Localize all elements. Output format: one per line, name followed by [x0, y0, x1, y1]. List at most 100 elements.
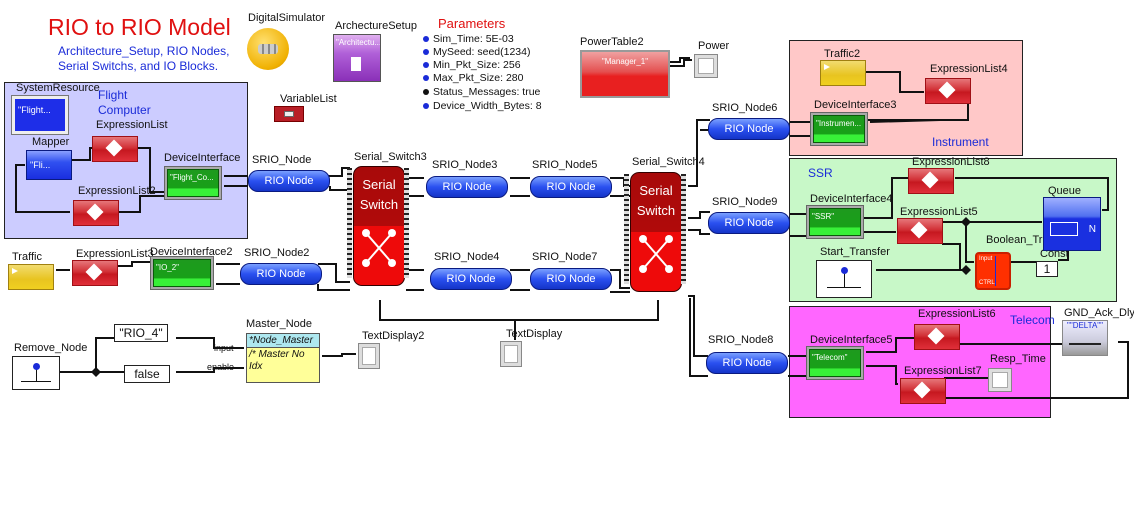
parameter-item[interactable]: Device_Width_Bytes: 8	[423, 100, 542, 112]
document-icon	[351, 57, 361, 71]
srio-node5-label: SRIO_Node5	[532, 159, 598, 171]
rio-node[interactable]: RIO Node	[426, 176, 508, 198]
switch4-ports-right	[681, 174, 686, 284]
telecom-region-label: Telecom	[1010, 313, 1055, 327]
power-scope-label: Power	[698, 40, 730, 52]
system-resource-block[interactable]: "Flight...	[11, 95, 69, 135]
parameter-item[interactable]: Min_Pkt_Size: 256	[423, 59, 521, 71]
srio-node7-label: SRIO_Node7	[532, 251, 598, 263]
rio-node[interactable]: RIO Node	[248, 170, 330, 192]
traffic-block[interactable]	[8, 264, 54, 290]
rio-node[interactable]: RIO Node	[706, 352, 788, 374]
parameters-title: Parameters	[438, 16, 506, 31]
const-block[interactable]: 1	[1036, 261, 1058, 277]
expression-list4-block[interactable]	[925, 78, 971, 104]
architecture-setup-block[interactable]: "Architectu...	[333, 34, 381, 82]
text-display2-block[interactable]	[358, 343, 380, 369]
parameter-item[interactable]: Sim_Time: 5E-03	[423, 33, 514, 45]
serial-switch4-label: Serial_Switch4	[632, 156, 705, 168]
device-interface-block[interactable]: "Flight_Co...	[164, 166, 222, 200]
digital-simulator-label: DigitalSimulator	[248, 12, 326, 24]
power-table-block[interactable]: "Manager_1"	[580, 50, 670, 98]
system-resource-value: "Flight...	[18, 105, 51, 115]
expression-list6-block[interactable]	[914, 324, 960, 350]
srio-node8-label: SRIO_Node8	[708, 334, 774, 346]
master-node-label: Master_Node	[246, 318, 313, 330]
expression-list-label: ExpressionList	[96, 119, 168, 131]
device-interface2-block[interactable]: "IO_2"	[150, 256, 214, 290]
page-title: RIO to RIO Model	[48, 14, 231, 40]
boolean-trigger-block[interactable]: Input CTRL	[975, 252, 1011, 290]
queue-block[interactable]: N	[1043, 197, 1101, 251]
traffic-label: Traffic	[12, 251, 42, 263]
rio-node[interactable]: RIO Node	[530, 176, 612, 198]
rio-node[interactable]: RIO Node	[708, 212, 790, 234]
start-transfer-block[interactable]	[816, 260, 872, 298]
expression-list7-block[interactable]	[900, 378, 946, 404]
device-interface-value: "Flight_Co...	[167, 169, 219, 197]
master-node-block[interactable]: *Node_Master /* Master No Idx	[246, 333, 320, 383]
device-interface4-value: "SSR"	[809, 208, 861, 236]
switch3-ports-right	[404, 168, 409, 278]
device-interface-label: DeviceInterface	[164, 152, 241, 164]
parameter-item[interactable]: Status_Messages: true	[423, 86, 540, 98]
srio-node2-label: SRIO_Node2	[244, 247, 310, 259]
switch4-ports-left	[624, 174, 629, 284]
expression-list8-block[interactable]	[908, 168, 954, 194]
expression-list6-label: ExpressionList6	[918, 308, 996, 320]
gnd-ack-block[interactable]: ""DELTA""	[1062, 320, 1108, 356]
expression-list-block[interactable]	[92, 136, 138, 162]
subtitle-line-2: Serial Switchs, and IO Blocks.	[58, 59, 219, 73]
parameter-item[interactable]: Max_Pkt_Size: 280	[423, 72, 523, 84]
parameter-item[interactable]: MySeed: seed(1234)	[423, 46, 530, 58]
input-port-label: input	[214, 343, 234, 353]
variable-list-block[interactable]	[274, 106, 304, 122]
architecture-setup-label: ArchectureSetup	[335, 20, 417, 32]
expression-list5-block[interactable]	[897, 218, 943, 244]
traffic2-block[interactable]	[820, 60, 866, 86]
device-interface3-label: DeviceInterface3	[814, 99, 897, 111]
start-transfer-label: Start_Transfer	[820, 246, 890, 258]
power-table-value: "Manager_1"	[601, 57, 649, 66]
text-display-label: TextDisplay	[506, 328, 563, 340]
serial-switch3-label: Serial_Switch3	[354, 151, 427, 163]
rio4-const-block[interactable]: "RIO_4"	[114, 324, 168, 342]
device-interface5-label: DeviceInterface5	[810, 334, 893, 346]
expression-list3-block[interactable]	[72, 260, 118, 286]
resp-time-scope[interactable]	[988, 368, 1012, 392]
queue-label: Queue	[1048, 185, 1082, 197]
device-interface2-value: "IO_2"	[153, 259, 211, 287]
page-subtitle: Architecture_Setup, RIO Nodes, Serial Sw…	[58, 44, 229, 74]
serial-switch3-block[interactable]: Serial Switch	[353, 166, 405, 286]
power-scope-block[interactable]	[694, 54, 718, 78]
rio-node[interactable]: RIO Node	[530, 268, 612, 290]
subtitle-line-1: Architecture_Setup, RIO Nodes,	[58, 44, 230, 58]
false-const-block[interactable]: false	[124, 365, 170, 383]
rio-node[interactable]: RIO Node	[240, 263, 322, 285]
mapper-label: Mapper	[32, 136, 70, 148]
device-interface5-block[interactable]: "Telecom"	[806, 346, 864, 380]
architecture-setup-value: "Architectu...	[336, 38, 380, 47]
srio-node3-label: SRIO_Node3	[432, 159, 498, 171]
master-node-body: /* Master No Idx	[249, 349, 305, 372]
rio-node[interactable]: RIO Node	[430, 268, 512, 290]
srio-node-label: SRIO_Node	[252, 154, 312, 166]
system-resource-label: SystemResource	[16, 82, 100, 94]
device-interface4-block[interactable]: "SSR"	[806, 205, 864, 239]
text-display-block[interactable]	[500, 341, 522, 367]
switch3-ports-left	[347, 168, 352, 278]
gnd-ack-label: GND_Ack_Dly	[1064, 307, 1134, 319]
power-table-label: PowerTable2	[580, 36, 644, 48]
expression-list3-label: ExpressionList3	[76, 248, 154, 260]
device-interface4-label: DeviceInterface4	[810, 193, 893, 205]
gnd-ack-value: ""DELTA""	[1067, 321, 1103, 330]
enable-port-label: enable	[207, 362, 235, 372]
mapper-block[interactable]: "Fli...	[26, 150, 72, 180]
pulse-icon	[33, 363, 40, 370]
device-interface3-block[interactable]: "Instrumen...	[810, 112, 868, 146]
expression-list7-label: ExpressionList7	[904, 365, 982, 377]
expression-list2-block[interactable]	[73, 200, 119, 226]
serial-switch4-block[interactable]: Serial Switch	[630, 172, 682, 292]
remove-node-block[interactable]	[12, 356, 60, 390]
rio-node[interactable]: RIO Node	[708, 118, 790, 140]
